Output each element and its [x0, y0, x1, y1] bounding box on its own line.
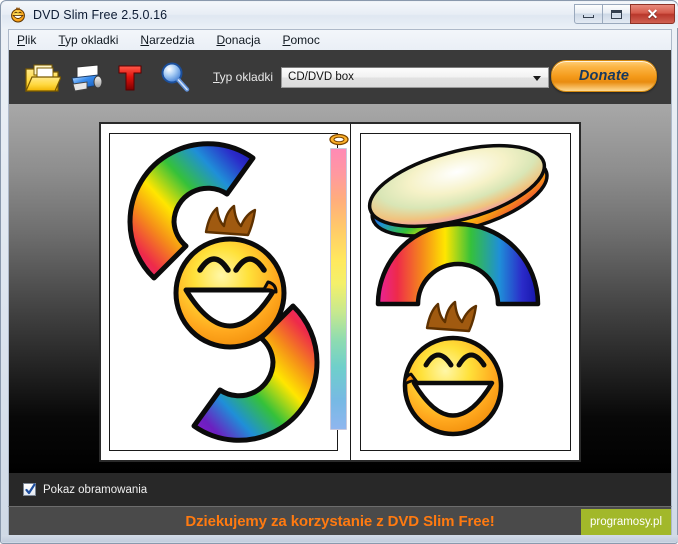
- minimize-icon: [583, 15, 594, 18]
- back-cover-panel[interactable]: [360, 133, 571, 451]
- open-folder-icon[interactable]: [23, 58, 61, 96]
- menu-item-donacja[interactable]: Donacja: [216, 33, 260, 47]
- cover-type-label: Typ okladki: [213, 70, 273, 84]
- spine-panel[interactable]: [330, 148, 347, 430]
- menu-bar: Plik Typ okladki Narzedzia Donacja Pomoc: [8, 29, 672, 50]
- smiley-app-icon: [10, 7, 26, 23]
- maximize-button[interactable]: [602, 4, 631, 24]
- cover-sheet[interactable]: [99, 122, 581, 462]
- menu-mnemonic: P: [17, 33, 26, 47]
- printer-icon[interactable]: [67, 58, 105, 96]
- menu-label: yp okladki: [65, 33, 119, 47]
- maximize-icon: [611, 9, 622, 19]
- zoom-magnifier-icon[interactable]: [155, 58, 193, 96]
- cover-fold-divider: [350, 124, 351, 460]
- status-message: Dziekujemy za korzystanie z DVD Slim Fre…: [185, 512, 495, 530]
- close-button[interactable]: ✕: [630, 4, 675, 24]
- minimize-button[interactable]: [574, 4, 603, 24]
- menu-label: lik: [25, 33, 37, 47]
- cover-type-selected-value: CD/DVD box: [288, 71, 354, 83]
- front-cover-panel[interactable]: [109, 133, 338, 451]
- menu-label: onacja: [225, 33, 261, 47]
- menu-mnemonic: P: [282, 33, 291, 47]
- donate-button[interactable]: Donate: [551, 60, 657, 92]
- options-strip: Pokaz obramowania: [8, 473, 672, 506]
- close-icon: ✕: [646, 6, 659, 22]
- status-bar: Dziekujemy za korzystanie z DVD Slim Fre…: [8, 506, 672, 536]
- window-controls: ✕: [574, 4, 675, 25]
- cover-type-label-rest: yp okladki: [219, 70, 274, 84]
- donate-button-label: Donate: [578, 68, 630, 84]
- cover-type-select[interactable]: CD/DVD box: [281, 66, 550, 88]
- window-title: DVD Slim Free 2.5.0.16: [33, 8, 168, 22]
- menu-label: arzedzia: [149, 33, 195, 47]
- cover-preview-area: [8, 104, 672, 473]
- window-bottom-edge: [2, 535, 678, 542]
- menu-mnemonic: D: [216, 33, 226, 47]
- menu-mnemonic: N: [140, 33, 150, 47]
- show-borders-checkbox[interactable]: [23, 483, 36, 496]
- spine-smiley-icon: [329, 133, 349, 146]
- checkmark-icon: [25, 483, 36, 495]
- menu-item-plik[interactable]: Plik: [17, 33, 36, 47]
- application-window: DVD Slim Free 2.5.0.16 ✕ Plik Typ okladk…: [0, 0, 678, 544]
- menu-item-narzedzia[interactable]: Narzedzia: [140, 33, 194, 47]
- rainbow-g-smiley-artwork: [127, 141, 320, 443]
- cover-type-label-mnemonic: T: [213, 70, 220, 84]
- watermark-badge: programosy.pl: [580, 509, 671, 535]
- menu-item-typ-okladki[interactable]: Typ okladki: [58, 33, 118, 47]
- menu-label: omoc: [290, 33, 320, 47]
- chevron-down-icon: [533, 75, 542, 81]
- menu-item-pomoc[interactable]: Pomoc: [282, 33, 319, 47]
- title-bar[interactable]: DVD Slim Free 2.5.0.16 ✕: [2, 2, 678, 28]
- rainbow-ellipse-arch-smiley-artwork: [367, 143, 549, 437]
- show-borders-label[interactable]: Pokaz obramowania: [43, 484, 147, 496]
- toolbar: Typ okladki CD/DVD box Donate: [8, 50, 672, 104]
- text-tool-icon[interactable]: [111, 58, 149, 96]
